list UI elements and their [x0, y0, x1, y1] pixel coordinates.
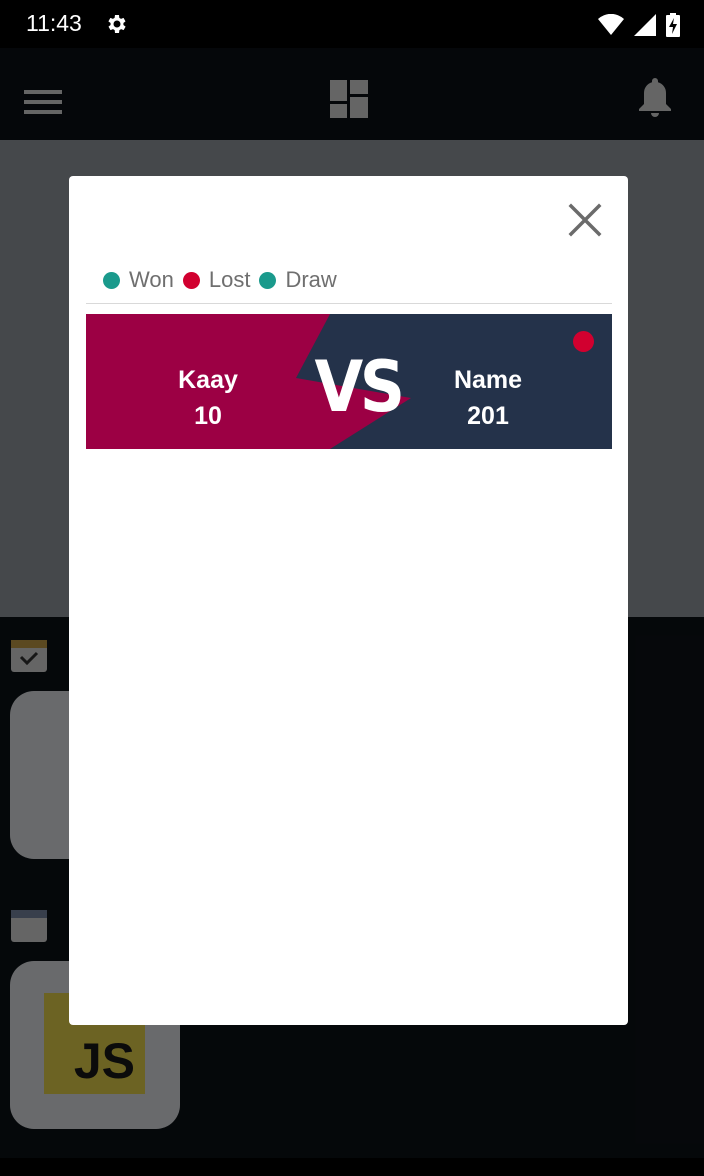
left-team-score: 10 [194, 402, 222, 430]
legend-label: Lost [208, 267, 251, 292]
match-card[interactable]: Kaay 10 VS Name 201 [86, 314, 612, 449]
right-team-name: Name [453, 366, 523, 394]
navigation-bar [0, 1158, 704, 1176]
left-team: Kaay 10 [148, 362, 268, 434]
right-team: Name 201 [428, 362, 548, 434]
settings-gear-icon [108, 15, 126, 33]
legend-item-draw: Draw [259, 267, 337, 293]
cellular-signal-icon [634, 14, 656, 36]
battery-charging-icon [666, 13, 680, 37]
status-time: 11:43 [26, 10, 82, 36]
match-history-dialog: Won Lost Draw Kaay 10 VS Name 201 [69, 176, 628, 1025]
status-bar: 11:43 [0, 0, 704, 48]
status-icons [598, 12, 680, 38]
legend-label: Won [129, 267, 174, 292]
screen: 11:43 Won Lost Draw Kaay 10 VS Name 201 [0, 0, 704, 1176]
divider [86, 303, 612, 304]
legend-label: Draw [285, 267, 337, 292]
draw-dot [259, 271, 277, 289]
right-team-score: 201 [467, 402, 509, 430]
legend-item-lost: Lost [182, 267, 251, 293]
wifi-icon [598, 14, 624, 35]
vs-label: VS [314, 346, 406, 428]
won-dot [103, 271, 120, 289]
legend-item-won: Won [103, 267, 174, 293]
lost-dot [182, 271, 200, 289]
close-icon[interactable] [565, 200, 605, 240]
result-status-dot [573, 331, 594, 352]
result-legend: Won Lost Draw [103, 267, 346, 293]
left-team-name: Kaay [178, 366, 238, 394]
